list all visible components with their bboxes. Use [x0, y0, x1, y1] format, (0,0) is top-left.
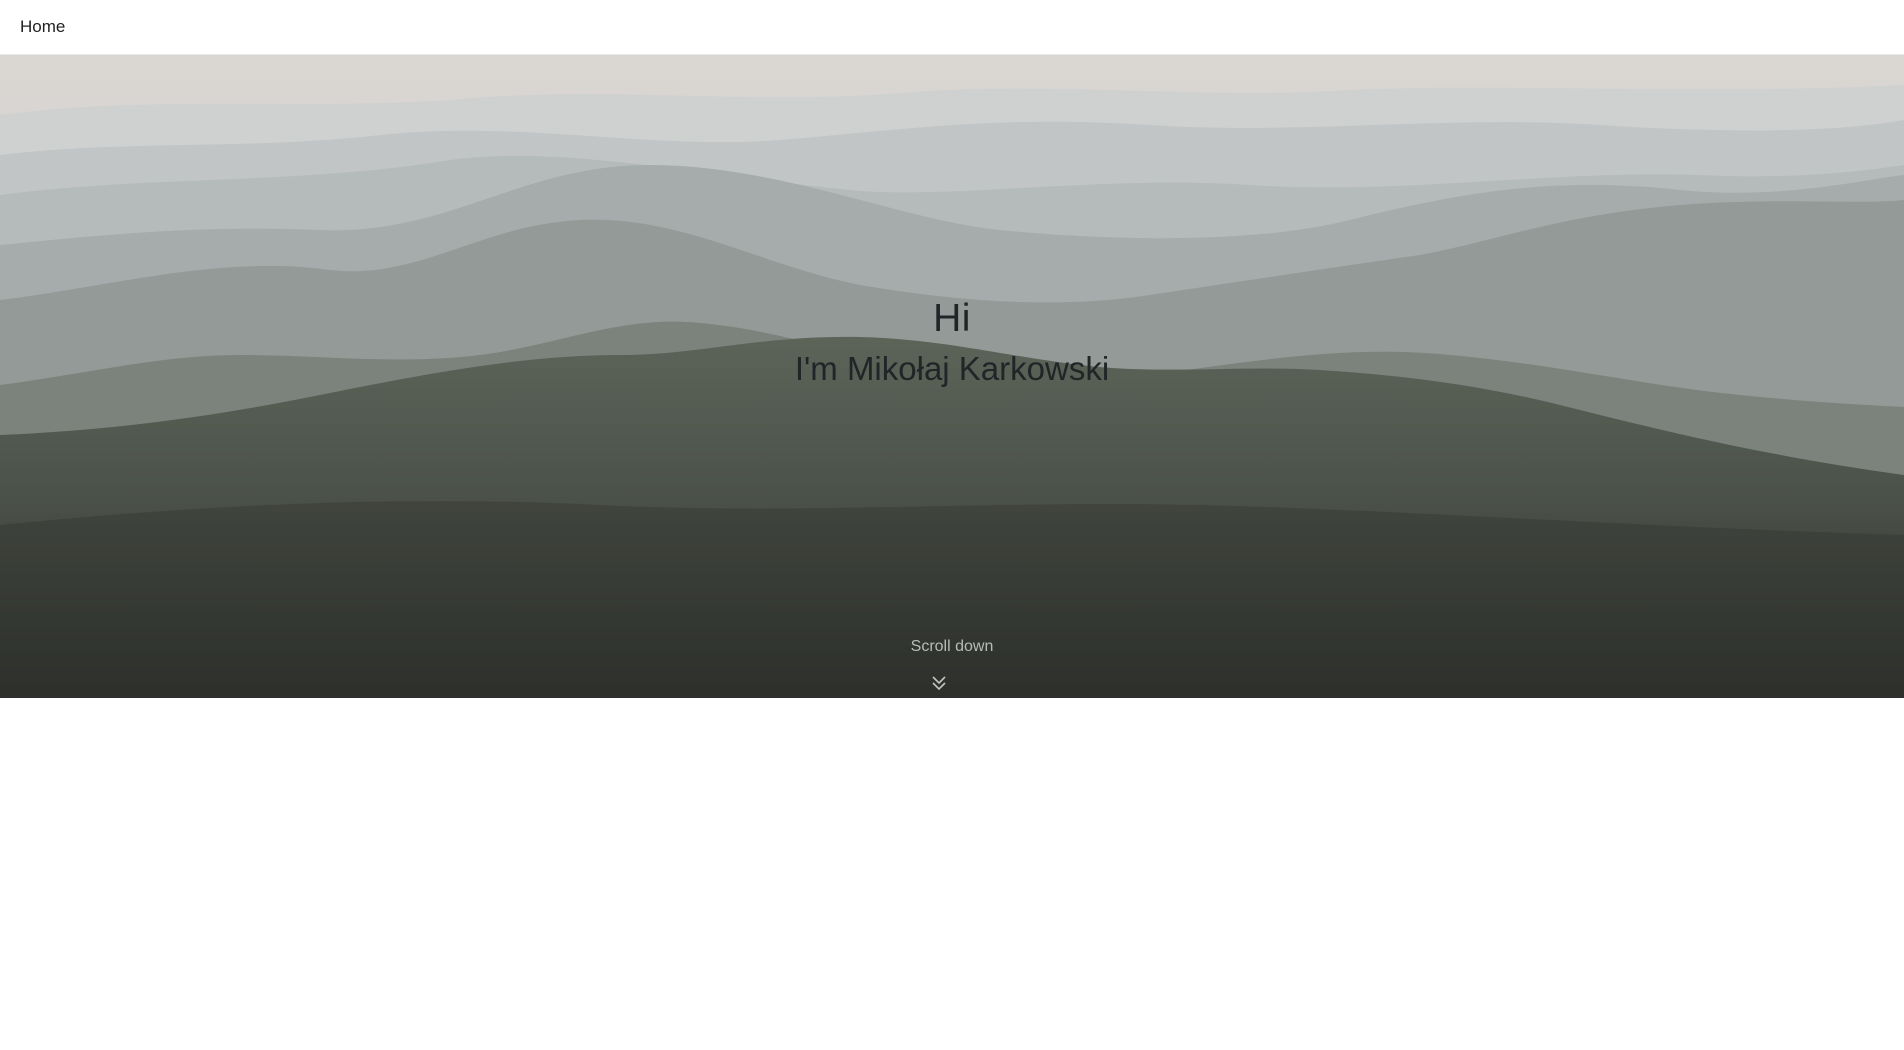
hero-section: Hi I'm Mikołaj Karkowski Scroll down [0, 55, 1904, 698]
double-chevron-down-icon[interactable] [931, 675, 947, 691]
hero-greeting: Hi [933, 297, 971, 340]
top-navbar: Home [0, 0, 1904, 55]
hero-name-heading: I'm Mikołaj Karkowski [794, 350, 1110, 387]
nav-home-link[interactable]: Home [20, 17, 65, 37]
scroll-down-label[interactable]: Scroll down [0, 638, 1904, 656]
